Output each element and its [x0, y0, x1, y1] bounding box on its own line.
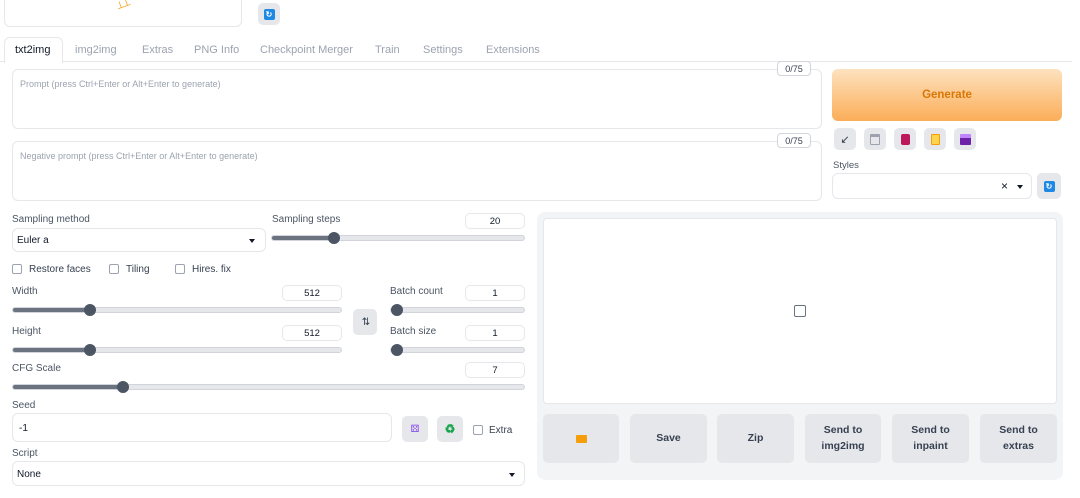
- sampling-steps-fill: [272, 236, 334, 240]
- script-label: Script: [12, 448, 38, 459]
- extra-seed-label: Extra: [489, 425, 513, 436]
- cfg-scale-input[interactable]: 7: [465, 362, 525, 378]
- width-handle[interactable]: [84, 304, 97, 316]
- sampling-steps-label: Sampling steps: [272, 214, 341, 225]
- reuse-seed-button[interactable]: ♻: [437, 416, 463, 442]
- script-dropdown[interactable]: None: [12, 461, 525, 486]
- cfg-scale-label: CFG Scale: [12, 363, 61, 374]
- generate-button[interactable]: Generate: [832, 69, 1062, 121]
- restore-faces-checkbox[interactable]: [12, 264, 22, 274]
- extra-networks-button[interactable]: [894, 128, 916, 150]
- tab-img2img[interactable]: img2img: [75, 44, 117, 56]
- chevron-down-icon: [1017, 185, 1023, 189]
- refresh-icon: ↻: [263, 8, 275, 20]
- tab-extensions[interactable]: Extensions: [486, 44, 540, 56]
- cfg-scale-slider[interactable]: [12, 381, 525, 393]
- batch-size-input[interactable]: 1: [465, 325, 525, 341]
- styles-label: Styles: [833, 160, 859, 171]
- tab-settings[interactable]: Settings: [423, 44, 463, 56]
- cfg-scale-handle[interactable]: [116, 381, 129, 393]
- arrow-diagonal-icon: ↙: [840, 133, 850, 146]
- floppy-icon: [959, 133, 971, 145]
- open-folder-button[interactable]: [543, 414, 619, 463]
- tiling-label: Tiling: [126, 264, 150, 275]
- height-fill: [13, 348, 91, 352]
- sampling-steps-slider[interactable]: [271, 232, 525, 244]
- swap-icon: ⇅: [361, 316, 371, 328]
- batch-count-input[interactable]: 1: [465, 285, 525, 301]
- recycle-icon: ♻: [444, 422, 456, 436]
- image-icon: [794, 305, 806, 317]
- script-value: None: [17, 469, 41, 480]
- card-icon: [900, 133, 910, 145]
- refresh-checkpoint-button[interactable]: ↻: [258, 3, 280, 25]
- tab-train[interactable]: Train: [375, 44, 400, 56]
- width-fill: [13, 308, 91, 312]
- read-params-button[interactable]: ↙: [834, 128, 856, 150]
- negative-prompt-placeholder: Negative prompt (press Ctrl+Enter or Alt…: [20, 151, 258, 161]
- hires-fix-checkbox[interactable]: [175, 264, 185, 274]
- height-slider[interactable]: [12, 344, 342, 356]
- checkpoint-dropdown[interactable]: ⟂⟂: [4, 0, 242, 27]
- trash-button[interactable]: [864, 128, 886, 150]
- folder-icon: [575, 434, 587, 443]
- clear-styles-icon[interactable]: ×: [1001, 179, 1008, 193]
- seed-label: Seed: [12, 400, 36, 411]
- batch-count-handle[interactable]: [391, 304, 403, 316]
- styles-dropdown[interactable]: ×: [832, 173, 1032, 199]
- swap-dimensions-button[interactable]: ⇅: [353, 309, 377, 335]
- hires-fix-label: Hires. fix: [192, 264, 231, 275]
- send-to-img2img-button[interactable]: Send to img2img: [805, 414, 881, 463]
- send-to-inpaint-button[interactable]: Send to inpaint: [892, 414, 969, 463]
- sampling-steps-input[interactable]: 20: [465, 213, 525, 229]
- batch-size-label: Batch size: [390, 326, 437, 337]
- height-label: Height: [12, 326, 41, 337]
- save-button[interactable]: Save: [630, 414, 707, 463]
- height-handle[interactable]: [84, 344, 97, 356]
- width-input[interactable]: 512: [282, 285, 342, 301]
- negative-prompt-input[interactable]: Negative prompt (press Ctrl+Enter or Alt…: [12, 141, 822, 201]
- sampling-steps-handle[interactable]: [327, 232, 340, 244]
- prompt-token-counter: 0/75: [777, 61, 811, 76]
- seed-input[interactable]: -1: [12, 413, 392, 442]
- width-label: Width: [12, 286, 38, 297]
- send-to-extras-button[interactable]: Send to extras: [980, 414, 1057, 463]
- batch-count-label: Batch count: [390, 286, 443, 297]
- restore-faces-label: Restore faces: [29, 264, 91, 275]
- prompt-input[interactable]: Prompt (press Ctrl+Enter or Alt+Enter to…: [12, 69, 822, 129]
- tiling-checkbox[interactable]: [109, 264, 119, 274]
- paste-style-button[interactable]: [924, 128, 946, 150]
- width-slider[interactable]: [12, 304, 342, 316]
- negative-prompt-token-counter: 0/75: [777, 133, 811, 148]
- tab-checkpoint-merger[interactable]: Checkpoint Merger: [260, 44, 353, 56]
- extra-seed-checkbox[interactable]: [473, 425, 483, 435]
- tab-extras[interactable]: Extras: [142, 44, 173, 56]
- dice-icon: ⚄: [410, 423, 420, 435]
- refresh-styles-button[interactable]: ↻: [1037, 173, 1061, 199]
- batch-size-handle[interactable]: [391, 344, 403, 356]
- trash-icon: [870, 133, 880, 145]
- sampling-method-label: Sampling method: [12, 214, 90, 225]
- loading-icon: ⟂⟂: [115, 0, 132, 12]
- sampling-method-dropdown[interactable]: Euler a: [12, 228, 266, 252]
- random-seed-button[interactable]: ⚄: [402, 416, 428, 442]
- cfg-scale-fill: [13, 385, 123, 389]
- prompt-placeholder: Prompt (press Ctrl+Enter or Alt+Enter to…: [20, 79, 221, 89]
- generate-label: Generate: [922, 89, 972, 101]
- chevron-down-icon: [249, 239, 255, 243]
- chevron-down-icon: [509, 473, 515, 477]
- batch-count-slider[interactable]: [390, 304, 525, 316]
- batch-size-slider[interactable]: [390, 344, 525, 356]
- sampling-method-value: Euler a: [17, 235, 49, 246]
- height-input[interactable]: 512: [282, 325, 342, 341]
- clipboard-icon: [930, 133, 940, 145]
- output-gallery[interactable]: [543, 218, 1057, 404]
- zip-button[interactable]: Zip: [717, 414, 794, 463]
- tab-txt2img[interactable]: txt2img: [15, 44, 50, 56]
- seed-value: -1: [19, 423, 28, 434]
- tab-png-info[interactable]: PNG Info: [194, 44, 239, 56]
- save-style-button[interactable]: [954, 128, 976, 150]
- refresh-icon: ↻: [1043, 180, 1055, 192]
